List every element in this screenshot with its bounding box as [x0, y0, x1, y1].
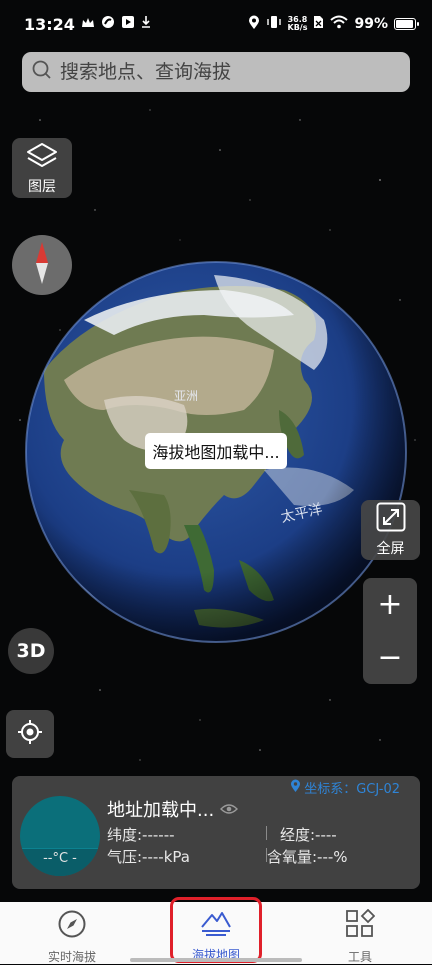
label-asia: 亚洲: [174, 389, 198, 403]
home-indicator: [130, 958, 302, 962]
network-speed: 36.8 KB/s: [288, 16, 308, 32]
battery-icon: [394, 18, 419, 30]
temperature-value: --°C -: [43, 851, 77, 866]
map-loading-tooltip: 海拔地图加载中...: [145, 433, 287, 469]
tab-tools-label: 工具: [347, 950, 372, 964]
status-time: 13:24: [24, 14, 75, 34]
coordinate-system: 坐标系：GCJ-02: [290, 778, 400, 797]
search-bar[interactable]: [22, 52, 410, 92]
locate-button[interactable]: [6, 710, 54, 758]
search-icon: [32, 60, 52, 84]
layers-label: 图层: [28, 178, 56, 195]
tab-realtime-altitude[interactable]: 实时海拔: [0, 902, 144, 964]
location-info-card: 坐标系：GCJ-02 --°C - 地址加载中... 纬度:------ 经度:…: [12, 776, 420, 889]
location-pin-icon: [290, 779, 301, 797]
bottom-navigation: 实时海拔 海拔地图 工具: [0, 902, 432, 964]
oxygen-value: 含氧量:---%: [267, 848, 348, 866]
tab-tools[interactable]: 工具: [288, 902, 432, 964]
sim-icon: [313, 15, 324, 33]
eye-icon[interactable]: [220, 799, 239, 820]
coordinate-system-label: 坐标系：GCJ-02: [304, 782, 400, 797]
address-text: 地址加载中...: [107, 800, 215, 821]
network-speed-unit: KB/s: [287, 23, 308, 32]
3d-mode-button[interactable]: 3D: [8, 628, 54, 674]
tab-realtime-altitude-label: 实时海拔: [47, 950, 96, 964]
latitude-value: 纬度:------: [107, 826, 175, 844]
zoom-controls: + −: [363, 578, 417, 684]
app-notification-icon: [101, 15, 115, 33]
longitude-value: 经度:----: [280, 826, 337, 844]
temperature-gauge: --°C -: [20, 796, 100, 876]
pressure-value: 气压:----kPa: [107, 848, 190, 866]
layers-button[interactable]: 图层: [12, 138, 72, 198]
video-app-icon: [121, 15, 135, 33]
zoom-out-button[interactable]: −: [363, 631, 417, 684]
address-row: 地址加载中...: [107, 796, 239, 822]
fullscreen-button[interactable]: 全屏: [361, 500, 420, 560]
zoom-in-button[interactable]: +: [363, 578, 417, 631]
grid-icon: [345, 908, 376, 943]
fullscreen-label: 全屏: [376, 541, 405, 557]
divider: [266, 826, 267, 840]
battery-percent: 99%: [354, 16, 388, 32]
compass-icon: [57, 909, 87, 943]
layers-icon: [25, 141, 59, 175]
crosshair-icon: [17, 719, 43, 749]
status-bar: 13:24 36.8 KB/s 99%: [0, 0, 432, 48]
download-icon: [141, 15, 151, 33]
tab-altitude-map[interactable]: 海拔地图: [144, 902, 288, 964]
expand-icon: [376, 502, 406, 536]
vibrate-icon: [266, 15, 282, 33]
mountain-icon: [199, 907, 233, 941]
wifi-icon: [330, 15, 349, 33]
search-input[interactable]: [58, 60, 392, 84]
location-icon: [248, 15, 260, 34]
crown-icon: [81, 15, 95, 33]
